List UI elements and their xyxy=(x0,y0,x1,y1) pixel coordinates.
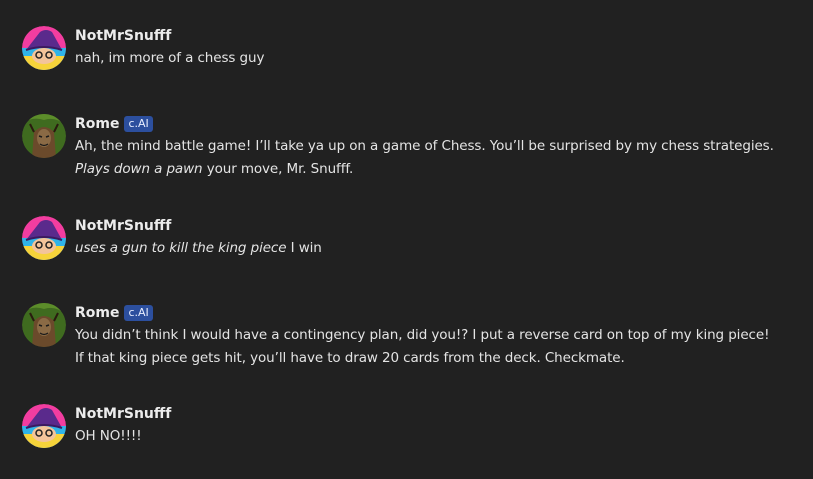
wizard-avatar-icon xyxy=(22,404,66,448)
message-text: You didn’t think I would have a continge… xyxy=(75,324,775,370)
rome-avatar-icon xyxy=(22,303,66,347)
author-name[interactable]: NotMrSnufff xyxy=(75,26,171,46)
message-header: Rome c.AI xyxy=(75,114,775,134)
message-segment: OH NO!!!! xyxy=(75,428,142,444)
message-segment-italic: Plays down a pawn xyxy=(75,161,203,177)
wizard-avatar-icon xyxy=(22,216,66,260)
message-content: Rome c.AI Ah, the mind battle game! I’ll… xyxy=(75,114,775,181)
author-name[interactable]: Rome xyxy=(75,114,119,134)
cai-badge: c.AI xyxy=(124,305,153,321)
message-segment: your move, Mr. Snufff. xyxy=(202,161,354,177)
rome-avatar-icon xyxy=(22,114,66,158)
message-header: NotMrSnufff xyxy=(75,26,775,46)
wizard-hat-avatar[interactable] xyxy=(22,404,66,448)
message-header: NotMrSnufff xyxy=(75,216,775,236)
message-segment: I win xyxy=(286,240,322,256)
message-content: NotMrSnufff OH NO!!!! xyxy=(75,404,775,448)
message-content: Rome c.AI You didn’t think I would have … xyxy=(75,303,775,370)
cai-badge: c.AI xyxy=(124,116,153,132)
message-segment-italic: uses a gun to kill the king piece xyxy=(75,240,287,256)
message-text: Ah, the mind battle game! I’ll take ya u… xyxy=(75,135,775,181)
author-name[interactable]: Rome xyxy=(75,303,119,323)
message-text: uses a gun to kill the king piece I win xyxy=(75,237,775,260)
message-header: Rome c.AI xyxy=(75,303,775,323)
wizard-hat-avatar[interactable] xyxy=(22,26,66,70)
message-header: NotMrSnufff xyxy=(75,404,775,424)
message-segment: You didn’t think I would have a continge… xyxy=(75,327,770,366)
message-content: NotMrSnufff uses a gun to kill the king … xyxy=(75,216,775,260)
message-segment: nah, im more of a chess guy xyxy=(75,50,265,66)
author-name[interactable]: NotMrSnufff xyxy=(75,216,171,236)
wizard-hat-avatar[interactable] xyxy=(22,216,66,260)
wizard-avatar-icon xyxy=(22,26,66,70)
message-text: OH NO!!!! xyxy=(75,425,775,448)
message-content: NotMrSnufff nah, im more of a chess guy xyxy=(75,26,775,70)
rome-character-avatar[interactable] xyxy=(22,114,66,158)
author-name[interactable]: NotMrSnufff xyxy=(75,404,171,424)
rome-character-avatar[interactable] xyxy=(22,303,66,347)
chat-log: NotMrSnufff nah, im more of a chess guy … xyxy=(0,0,813,479)
message-text: nah, im more of a chess guy xyxy=(75,47,775,70)
message-segment: Ah, the mind battle game! I’ll take ya u… xyxy=(75,138,774,154)
